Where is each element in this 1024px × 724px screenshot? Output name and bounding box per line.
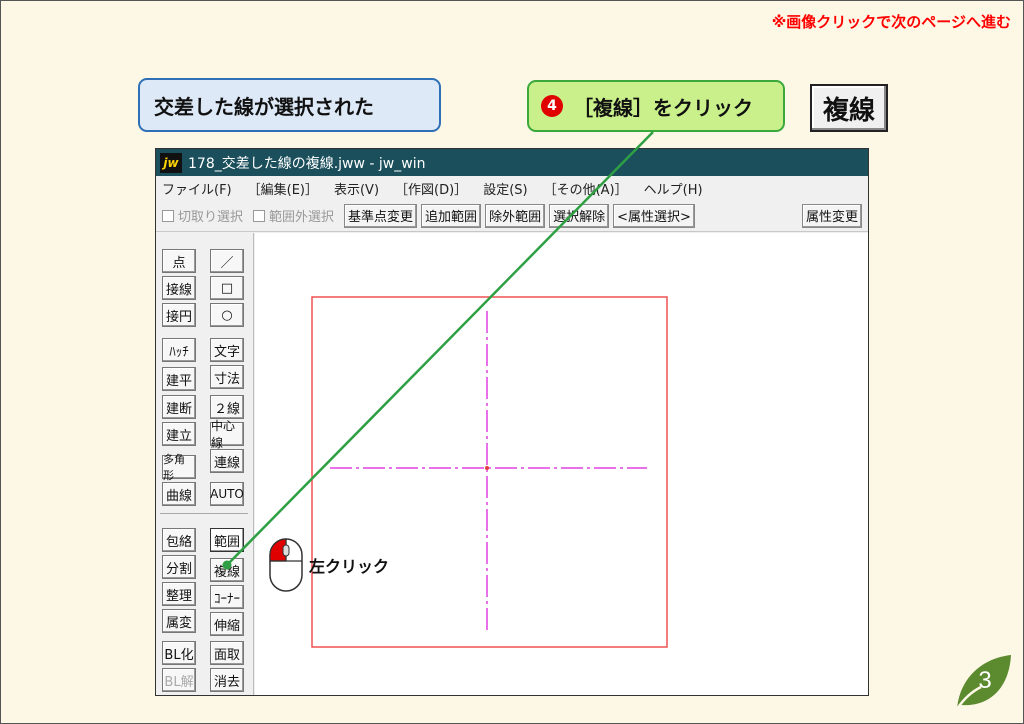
pointer-line	[226, 131, 654, 566]
leaf-icon: 3	[955, 655, 1011, 710]
page-number: 3	[978, 667, 991, 694]
pointer-overlay	[222, 131, 654, 570]
mouse-left-click-icon	[269, 538, 303, 592]
slide[interactable]: ※画像クリックで次のページへ進む 交差した線が選択された 4 ［複線］をクリック…	[0, 0, 1024, 724]
left-click-label: 左クリック	[309, 557, 390, 576]
page-number-badge: 3	[951, 653, 1013, 715]
pointer-dot	[222, 560, 232, 570]
mouse-hint: 左クリック	[267, 537, 389, 593]
